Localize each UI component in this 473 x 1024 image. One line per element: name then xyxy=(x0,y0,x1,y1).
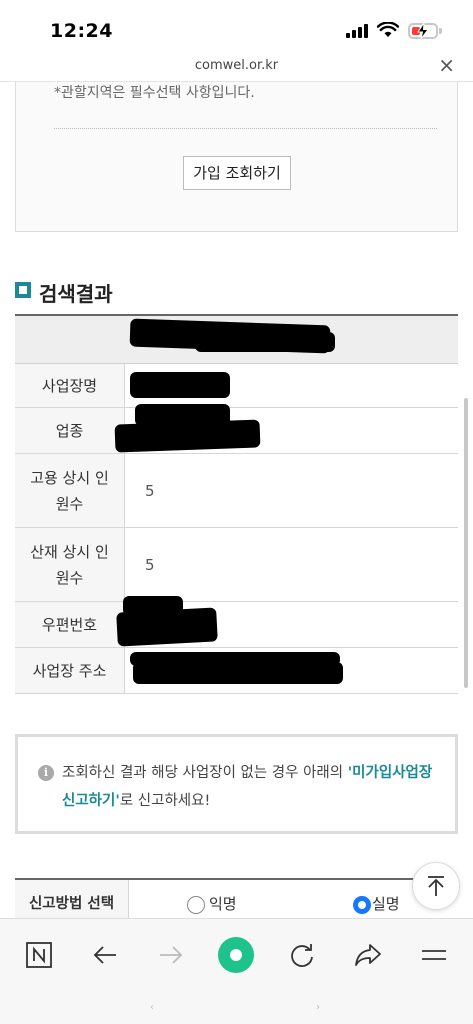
arrow-up-icon xyxy=(428,876,444,896)
table-row: 고용 상시 인원수 5 xyxy=(15,454,458,528)
row-value: 5 xyxy=(145,555,155,574)
notice-box: i 조회하신 결과 해당 사업장이 없는 경우 아래의 '미가입사업장 신고하기… xyxy=(15,734,458,834)
row-label: 우편번호 xyxy=(15,602,125,647)
real-name-radio[interactable] xyxy=(353,896,371,914)
scrollbar[interactable] xyxy=(464,398,468,688)
url-text[interactable]: comwel.or.kr xyxy=(0,58,473,73)
real-name-radio-label[interactable]: 실명 xyxy=(372,893,400,914)
scroll-to-top-button[interactable] xyxy=(412,862,460,910)
divider xyxy=(54,128,437,129)
redacted-block xyxy=(195,332,335,352)
n-tab-icon[interactable] xyxy=(17,933,61,977)
menu-icon[interactable] xyxy=(412,933,456,977)
table-row: 우편번호 xyxy=(15,596,458,648)
share-icon[interactable] xyxy=(346,933,390,977)
home-indicator: ‹ › xyxy=(150,1002,320,1013)
redacted-block xyxy=(133,662,343,684)
refresh-icon[interactable] xyxy=(280,933,324,977)
report-method-row: 신고방법 선택 익명 실명 xyxy=(15,878,458,918)
anonymous-radio[interactable] xyxy=(187,896,205,914)
table-row: 업종 xyxy=(15,404,458,454)
row-label: 사업장 주소 xyxy=(15,648,125,693)
report-method-label: 신고방법 선택 xyxy=(15,880,129,918)
browser-bottom-nav xyxy=(0,918,473,1024)
result-table: 사업장명 업종 고용 상시 인원수 5 산재 상시 인원수 5 우편번호 사업장… xyxy=(15,314,458,694)
page-content: *관할지역은 필수선택 사항입니다. 가입 조회하기 검색결과 사업장명 업종 … xyxy=(0,82,473,918)
forward-arrow-icon[interactable] xyxy=(149,933,193,977)
redacted-block xyxy=(114,419,261,453)
table-row: 사업장 주소 xyxy=(15,648,458,694)
anonymous-radio-label[interactable]: 익명 xyxy=(209,893,237,914)
search-filter-box: *관할지역은 필수선택 사항입니다. 가입 조회하기 xyxy=(15,82,458,232)
charging-bolt-icon xyxy=(417,22,429,40)
info-icon: i xyxy=(38,765,54,781)
redacted-block xyxy=(130,372,230,398)
result-table-header xyxy=(15,316,458,364)
redacted-block xyxy=(116,607,218,647)
row-label: 고용 상시 인원수 xyxy=(15,454,125,527)
status-time: 12:24 xyxy=(50,20,113,42)
lookup-button[interactable]: 가입 조회하기 xyxy=(183,156,291,190)
row-value: 5 xyxy=(145,481,155,500)
row-label: 사업장명 xyxy=(15,364,125,407)
table-row: 산재 상시 인원수 5 xyxy=(15,528,458,602)
row-label: 산재 상시 인원수 xyxy=(15,528,125,601)
row-label: 업종 xyxy=(15,408,125,453)
cellular-signal-icon xyxy=(346,24,370,38)
browser-url-bar: comwel.or.kr × xyxy=(0,52,473,82)
section-bullet-icon xyxy=(15,282,31,298)
wifi-icon xyxy=(377,22,399,37)
table-row: 사업장명 xyxy=(15,364,458,408)
notice-text: 조회하신 결과 해당 사업장이 없는 경우 아래의 '미가입사업장 신고하기'로… xyxy=(62,759,442,815)
status-bar: 12:24 xyxy=(0,0,473,52)
required-note: *관할지역은 필수선택 사항입니다. xyxy=(54,85,255,101)
home-circle-icon[interactable] xyxy=(214,933,258,977)
notice-text-before: 조회하신 결과 해당 사업장이 없는 경우 아래의 xyxy=(62,765,348,781)
close-icon[interactable]: × xyxy=(438,55,455,75)
section-title: 검색결과 xyxy=(39,282,113,306)
back-arrow-icon[interactable] xyxy=(83,933,127,977)
notice-text-after: 로 신고하세요! xyxy=(119,793,211,809)
